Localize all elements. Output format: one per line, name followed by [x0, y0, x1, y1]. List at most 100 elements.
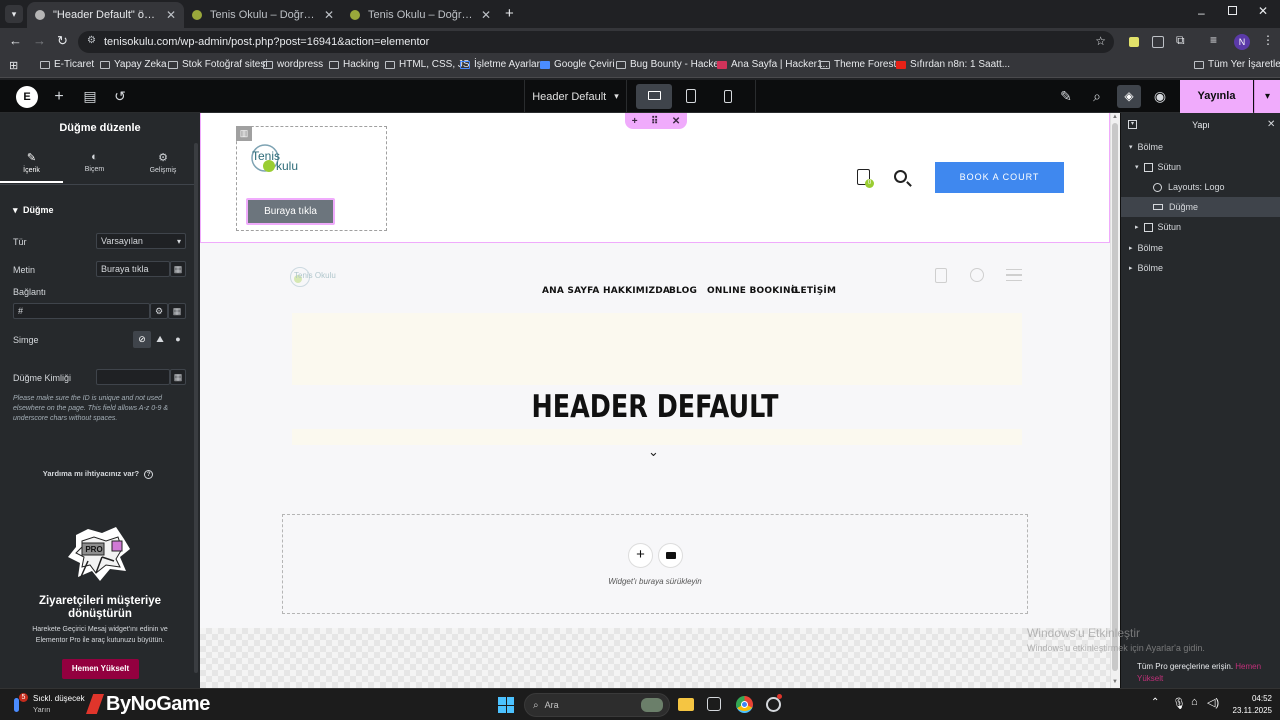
link-options-gear-icon[interactable]: ⚙: [150, 303, 168, 319]
nav-column-2[interactable]: ▸ Sütun: [1135, 222, 1181, 232]
dynamic-tags-icon[interactable]: ▦: [170, 261, 186, 277]
scroll-down-chevron-icon[interactable]: ⌄: [648, 444, 659, 460]
device-mobile-icon[interactable]: [724, 90, 732, 103]
column-handle-icon[interactable]: ▥: [236, 126, 252, 141]
bookmark-item[interactable]: E-Ticaret: [40, 59, 94, 70]
book-court-button[interactable]: BOOK A COURT: [935, 162, 1064, 193]
tab-content[interactable]: ✎ İçerik: [0, 147, 63, 183]
tab-advanced[interactable]: ⚙ Gelişmiş: [130, 147, 196, 183]
document-switcher[interactable]: Header Default ▾: [524, 80, 627, 113]
publish-options-chevron-icon[interactable]: ▾: [1254, 80, 1280, 113]
type-select[interactable]: Varsayılan ▾: [96, 233, 186, 249]
menu-item-about[interactable]: HAKKIMIZDA: [603, 286, 670, 296]
bookmark-item[interactable]: Stok Fotoğraf sitesi: [168, 59, 268, 70]
browser-menu-icon[interactable]: ⋮: [1262, 33, 1274, 47]
icon-upload-icon[interactable]: ●: [169, 331, 187, 348]
bookmark-item[interactable]: Yapay Zeka: [100, 59, 167, 70]
scroll-down-icon[interactable]: ▼: [1112, 679, 1118, 685]
dynamic-tags-icon[interactable]: ▦: [168, 303, 186, 319]
extensions-puzzle-icon[interactable]: ⧉: [1176, 33, 1185, 48]
snipping-tool-icon[interactable]: [707, 697, 721, 711]
nav-section-1[interactable]: ▾ Bölme: [1129, 142, 1163, 152]
link-input[interactable]: #: [13, 303, 150, 319]
network-icon[interactable]: ⌂: [1191, 696, 1198, 708]
bookmark-item[interactable]: İşletme Ayarları: [460, 59, 543, 70]
site-logo[interactable]: Tenis kulu: [247, 143, 303, 183]
page-settings-icon[interactable]: ▤: [81, 80, 99, 113]
nav-button-widget[interactable]: Düğme: [1153, 202, 1198, 212]
template-library-button[interactable]: [658, 543, 683, 568]
navigator-close-icon[interactable]: ✕: [1267, 119, 1275, 130]
nav-button-widget-selected[interactable]: [1121, 197, 1280, 217]
recording-app-icon[interactable]: [766, 697, 781, 712]
volume-icon[interactable]: ◁): [1207, 696, 1219, 709]
window-close-icon[interactable]: ✕: [1258, 4, 1268, 18]
bookmark-item[interactable]: Ana Sayfa | Hacker1...: [717, 59, 831, 70]
nav-logo-widget[interactable]: Layouts: Logo: [1153, 182, 1225, 192]
bookmark-item[interactable]: HTML, CSS, JS: [385, 59, 470, 70]
upgrade-button[interactable]: Hemen Yükselt: [62, 659, 139, 679]
delete-section-icon[interactable]: ✕: [672, 116, 680, 127]
menu-item-contact[interactable]: İLETİŞİM: [791, 286, 836, 296]
browser-tab-1[interactable]: "Header Default" öğesini Eleme ✕: [27, 2, 184, 28]
menu-item-booking[interactable]: ONLINE BOOKING: [707, 286, 798, 296]
text-input[interactable]: Buraya tıkla: [96, 261, 170, 277]
structure-layers-icon[interactable]: ◈: [1117, 85, 1141, 108]
address-bar[interactable]: ⚙ tenisokulu.com/wp-admin/post.php?post=…: [78, 31, 1114, 53]
add-section-icon[interactable]: +: [632, 116, 638, 127]
start-button-icon[interactable]: [498, 697, 514, 713]
search-icon[interactable]: [894, 170, 907, 183]
bookmark-star-icon[interactable]: ☆: [1095, 34, 1106, 48]
bookmark-item[interactable]: Bug Bounty - Hacke...: [616, 59, 727, 70]
empty-drop-zone[interactable]: [282, 514, 1028, 614]
selected-button-widget[interactable]: Buraya tıkla: [246, 198, 335, 225]
forward-icon[interactable]: →: [33, 33, 46, 48]
nav-section-2[interactable]: ▸ Bölme: [1129, 243, 1163, 253]
extension-icon[interactable]: [1129, 37, 1139, 47]
restore-icon[interactable]: [1228, 6, 1237, 15]
scroll-up-icon[interactable]: ▲: [1112, 114, 1118, 120]
apps-grid-icon[interactable]: ⊞: [9, 59, 18, 72]
panel-scrollbar[interactable]: [194, 143, 198, 673]
nav-section-3[interactable]: ▸ Bölme: [1129, 263, 1163, 273]
close-tab-icon[interactable]: ✕: [481, 8, 491, 22]
browser-tab-3[interactable]: Tenis Okulu – Doğru Teknik, Gü ✕: [342, 2, 499, 28]
device-desktop-icon[interactable]: [636, 84, 672, 109]
site-info-icon[interactable]: ⚙: [87, 35, 96, 46]
notes-icon[interactable]: ✎: [1057, 80, 1075, 113]
help-link[interactable]: Yardıma mı ihtiyacınız var? ?: [0, 469, 196, 479]
new-tab-icon[interactable]: +: [505, 5, 514, 22]
drag-handle-icon[interactable]: ⠿: [651, 116, 658, 127]
menu-item-home[interactable]: ANA SAYFA: [542, 286, 600, 296]
elementor-logo-icon[interactable]: E: [16, 86, 38, 108]
menu-item-blog[interactable]: BLOG: [669, 286, 697, 296]
weather-thermometer-icon[interactable]: [14, 698, 19, 712]
add-widget-button[interactable]: +: [628, 543, 653, 568]
icon-library-icon[interactable]: ⛰: [151, 331, 169, 348]
section-toggle[interactable]: ▾ Düğme: [13, 205, 54, 216]
bookmark-item[interactable]: Sıfırdan n8n: 1 Saatt...: [896, 59, 1010, 70]
bookmark-item[interactable]: Theme Forest: [820, 59, 896, 70]
extension-icon[interactable]: [1152, 36, 1164, 48]
button-id-input[interactable]: [96, 369, 170, 385]
file-explorer-icon[interactable]: [678, 698, 694, 711]
tab-style[interactable]: ◐ Biçem: [63, 147, 126, 183]
add-element-icon[interactable]: +: [50, 80, 68, 113]
scroll-thumb[interactable]: [1112, 123, 1118, 671]
bookmark-item[interactable]: wordpress: [263, 59, 323, 70]
device-tablet-icon[interactable]: [686, 89, 696, 103]
clock-time[interactable]: 04:52: [1232, 694, 1272, 703]
minimize-icon[interactable]: –: [1198, 6, 1205, 20]
tab-search-button[interactable]: ▾: [5, 5, 23, 23]
history-icon[interactable]: ↺: [111, 80, 129, 113]
browser-tab-2[interactable]: Tenis Okulu – Doğru Teknik, Gü ✕: [184, 2, 342, 28]
media-icon[interactable]: ≡: [1210, 33, 1217, 47]
icon-none-icon[interactable]: ⊘: [133, 331, 151, 348]
clock-date[interactable]: 23.11.2025: [1222, 706, 1272, 715]
microphone-icon[interactable]: 🎙︎: [1172, 697, 1186, 710]
profile-avatar[interactable]: N: [1234, 34, 1250, 50]
tray-chevron-icon[interactable]: ⌃: [1151, 697, 1159, 708]
close-tab-icon[interactable]: ✕: [324, 8, 334, 22]
bookmark-item[interactable]: Google Çeviri: [540, 59, 615, 70]
section-handle[interactable]: + ⠿ ✕: [625, 113, 687, 129]
